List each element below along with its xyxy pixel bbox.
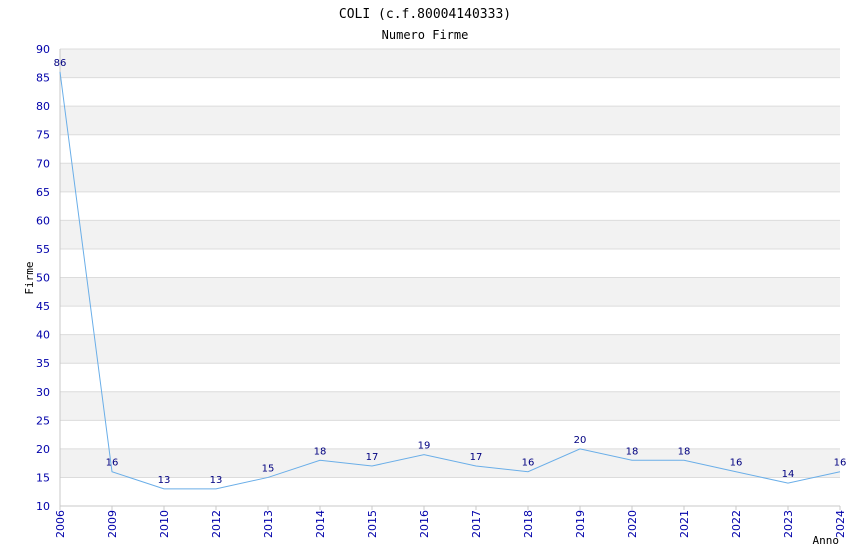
data-label: 13 xyxy=(210,475,223,486)
y-tick-label: 15 xyxy=(36,471,50,484)
data-label: 18 xyxy=(626,446,639,457)
x-tick-label: 2006 xyxy=(54,510,67,538)
data-label: 17 xyxy=(470,452,483,463)
x-tick-label: 2020 xyxy=(626,510,639,538)
grid-band xyxy=(60,220,840,249)
grid-band xyxy=(60,277,840,307)
data-label: 16 xyxy=(522,458,535,469)
y-tick-label: 75 xyxy=(36,129,50,142)
x-tick-label: 2019 xyxy=(574,510,587,538)
x-tick-label: 2021 xyxy=(678,510,691,538)
grid-band xyxy=(60,391,840,421)
y-tick-label: 25 xyxy=(36,414,50,427)
background-bands xyxy=(60,49,840,478)
y-axis-title: Firme xyxy=(23,261,36,294)
x-tick-label: 2016 xyxy=(418,510,431,538)
data-label: 18 xyxy=(314,446,327,457)
x-tick-label: 2017 xyxy=(470,510,483,538)
y-tick-label: 40 xyxy=(36,329,50,342)
grid-band xyxy=(60,334,840,364)
x-tick-label: 2015 xyxy=(366,510,379,538)
x-tick-label: 2010 xyxy=(158,510,171,538)
y-tick-label: 10 xyxy=(36,500,50,513)
data-label: 17 xyxy=(366,452,379,463)
y-tick-label: 80 xyxy=(36,100,50,113)
x-tick-label: 2023 xyxy=(782,510,795,538)
data-label: 19 xyxy=(418,441,431,452)
grid-band xyxy=(60,163,840,192)
x-tick-label: 2014 xyxy=(314,510,327,538)
y-tick-label: 60 xyxy=(36,214,50,227)
x-tick-label: 2013 xyxy=(262,510,275,538)
y-tick-label: 45 xyxy=(36,300,50,313)
grid-band xyxy=(60,448,840,478)
data-label: 16 xyxy=(106,458,119,469)
data-label: 20 xyxy=(574,435,587,446)
x-tick-label: 2012 xyxy=(210,510,223,538)
y-tick-label: 70 xyxy=(36,157,50,170)
y-tick-label: 30 xyxy=(36,386,50,399)
y-tick-label: 35 xyxy=(36,357,50,370)
grid-band xyxy=(60,49,840,78)
chart-subtitle: Numero Firme xyxy=(382,28,469,42)
y-tick-label: 65 xyxy=(36,186,50,199)
data-label: 16 xyxy=(730,458,743,469)
grid-band xyxy=(60,106,840,135)
chart-title: COLI (c.f.80004140333) xyxy=(339,7,511,22)
y-tick-label: 90 xyxy=(36,43,50,56)
x-tick-label: 2018 xyxy=(522,510,535,538)
data-label: 13 xyxy=(158,475,171,486)
x-tick-labels: 2006 2009 2010 2012 2013 2014 2015 2016 2017 2018… xyxy=(54,510,847,538)
data-label: 15 xyxy=(262,463,275,474)
y-tick-label: 20 xyxy=(36,443,50,456)
data-label: 18 xyxy=(678,446,691,457)
x-tick-label: 2009 xyxy=(106,510,119,538)
x-axis-title: Anno xyxy=(813,534,840,547)
data-label: 16 xyxy=(834,458,847,469)
y-tick-label: 85 xyxy=(36,72,50,85)
x-tick-label: 2022 xyxy=(730,510,743,538)
y-tick-label: 50 xyxy=(36,272,50,285)
chart: 1015202530354045505560657075808590 2006 2… xyxy=(23,7,847,547)
data-label: 86 xyxy=(54,58,67,69)
y-tick-labels: 10 15 20 25 30 35 40 45 50 55 60 65 70 75 80 85 90 xyxy=(36,43,50,513)
data-label: 14 xyxy=(782,469,795,480)
y-tick-label: 55 xyxy=(36,243,50,256)
